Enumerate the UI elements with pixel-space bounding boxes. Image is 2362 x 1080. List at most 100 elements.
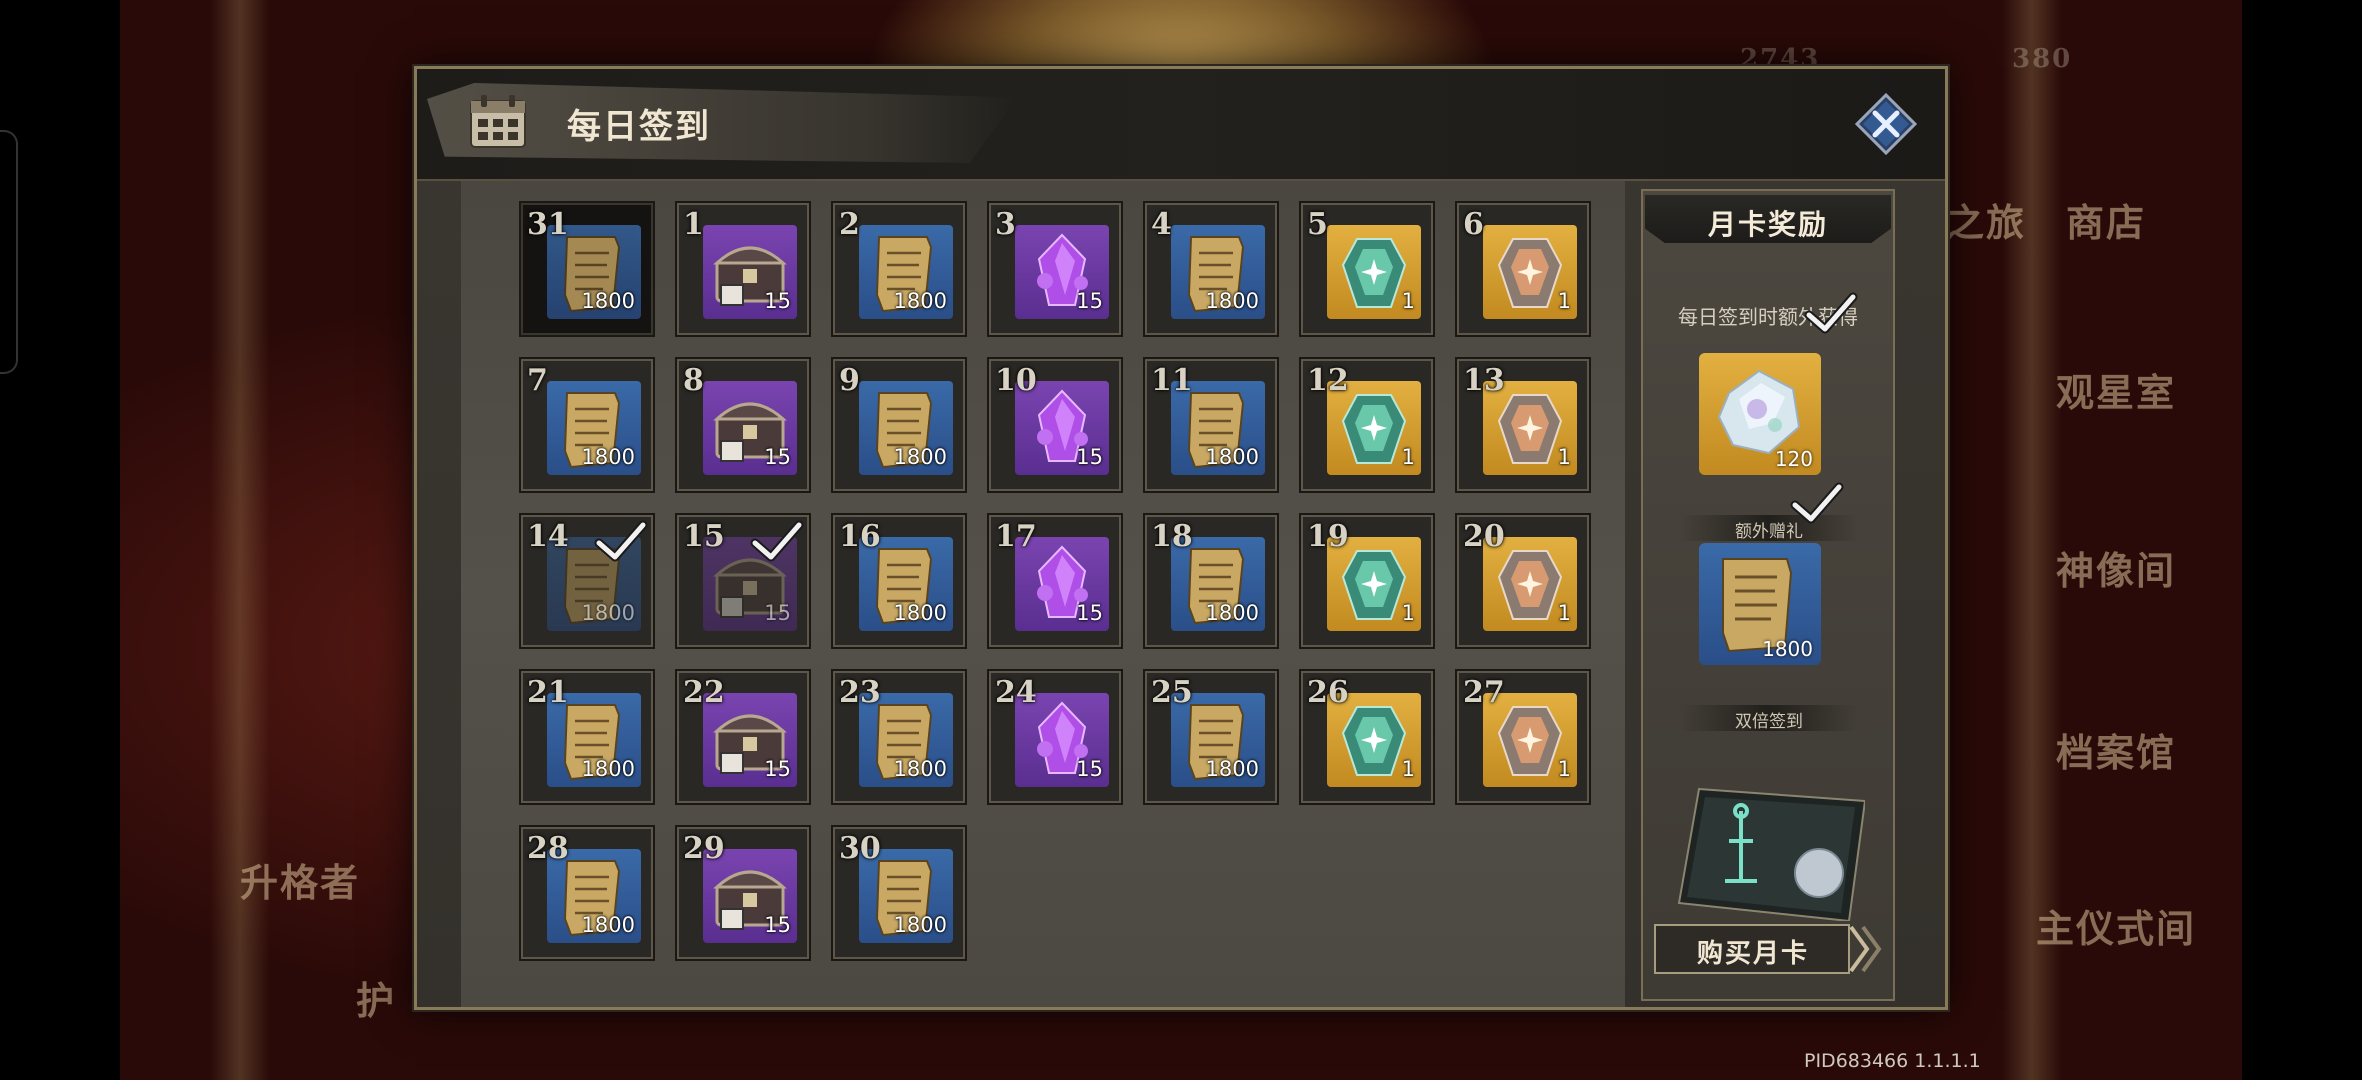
reward-quantity: 15 bbox=[1076, 601, 1103, 625]
day-cell-16[interactable]: 16 1800 bbox=[831, 513, 967, 649]
bg-menu-journey[interactable]: 之旅 bbox=[1946, 192, 2026, 247]
bg-menu-archive[interactable]: 档案馆 bbox=[2056, 722, 2176, 777]
day-number: 28 bbox=[527, 831, 569, 866]
day-number: 20 bbox=[1463, 519, 1505, 554]
day-number: 8 bbox=[683, 363, 704, 398]
day-cell-15[interactable]: 15 15 bbox=[675, 513, 811, 649]
day-number: 27 bbox=[1463, 675, 1505, 710]
day-number: 12 bbox=[1307, 363, 1349, 398]
reward-quantity: 15 bbox=[764, 913, 791, 937]
day-cell-4[interactable]: 4 1800 bbox=[1143, 201, 1279, 337]
day-number: 29 bbox=[683, 831, 725, 866]
day-number: 11 bbox=[1151, 363, 1193, 398]
day-cell-7[interactable]: 7 1800 bbox=[519, 357, 655, 493]
reward-quantity: 1800 bbox=[893, 601, 947, 625]
buy-monthly-card-button[interactable]: 购买月卡 bbox=[1653, 923, 1883, 975]
day-cell-21[interactable]: 21 1800 bbox=[519, 669, 655, 805]
day-cell-23[interactable]: 23 1800 bbox=[831, 669, 967, 805]
day-number: 13 bbox=[1463, 363, 1505, 398]
day-number: 22 bbox=[683, 675, 725, 710]
reward-quantity: 1800 bbox=[581, 913, 635, 937]
bg-menu-guard[interactable]: 护 bbox=[356, 970, 396, 1025]
reward-quantity: 15 bbox=[1076, 289, 1103, 313]
day-cell-29[interactable]: 29 15 bbox=[675, 825, 811, 961]
reward-quantity: 15 bbox=[764, 445, 791, 469]
day-cell-27[interactable]: 27 1 bbox=[1455, 669, 1591, 805]
day-cell-14[interactable]: 14 1800 bbox=[519, 513, 655, 649]
screen-notch bbox=[0, 130, 18, 374]
dialog-header: 每日签到 bbox=[417, 69, 1945, 181]
day-number: 2 bbox=[839, 207, 860, 242]
reward-quantity: 1800 bbox=[893, 913, 947, 937]
bg-menu-ascendant[interactable]: 升格者 bbox=[240, 852, 360, 907]
reward-quantity: 1800 bbox=[581, 757, 635, 781]
day-cell-2[interactable]: 2 1800 bbox=[831, 201, 967, 337]
reward-quantity: 15 bbox=[764, 757, 791, 781]
day-cell-17[interactable]: 17 15 bbox=[987, 513, 1123, 649]
day-number: 6 bbox=[1463, 207, 1484, 242]
monthly-card-panel: 月卡奖励 每日签到时额外获得 120 额外赠礼 1800 双倍签到 购买月卡 bbox=[1641, 189, 1895, 1001]
day-cell-5[interactable]: 51 bbox=[1299, 201, 1435, 337]
bg-menu-statue-room[interactable]: 神像间 bbox=[2056, 540, 2176, 595]
day-cell-3[interactable]: 3 15 bbox=[987, 201, 1123, 337]
day-cell-20[interactable]: 20 1 bbox=[1455, 513, 1591, 649]
day-cell-13[interactable]: 13 1 bbox=[1455, 357, 1591, 493]
player-id-version: PID683466 1.1.1.1 bbox=[1804, 1050, 1981, 1072]
bg-menu-observatory[interactable]: 观星室 bbox=[2056, 362, 2176, 417]
monthly-card-art[interactable] bbox=[1669, 781, 1865, 921]
reward-quantity: 1 bbox=[1401, 601, 1415, 625]
day-cell-9[interactable]: 9 1800 bbox=[831, 357, 967, 493]
day-cell-6[interactable]: 61 bbox=[1455, 201, 1591, 337]
day-cell-25[interactable]: 25 1800 bbox=[1143, 669, 1279, 805]
bonus-gift-item[interactable]: 120 bbox=[1699, 353, 1821, 475]
panel-title-bar: 月卡奖励 bbox=[1645, 195, 1891, 243]
reward-quantity: 1 bbox=[1557, 445, 1571, 469]
day-number: 18 bbox=[1151, 519, 1193, 554]
day-cell-22[interactable]: 22 15 bbox=[675, 669, 811, 805]
reward-quantity: 1800 bbox=[893, 289, 947, 313]
reward-quantity: 15 bbox=[1076, 757, 1103, 781]
bonus-gift-qty: 120 bbox=[1774, 447, 1813, 471]
reward-quantity: 1800 bbox=[581, 601, 635, 625]
reward-quantity: 1800 bbox=[1205, 757, 1259, 781]
day-cell-8[interactable]: 8 15 bbox=[675, 357, 811, 493]
day-cell-30[interactable]: 30 1800 bbox=[831, 825, 967, 961]
bg-menu-ritual-hall[interactable]: 主仪式间 bbox=[2036, 898, 2196, 953]
day-cell-12[interactable]: 12 1 bbox=[1299, 357, 1435, 493]
close-button[interactable] bbox=[1855, 93, 1917, 155]
day-number: 23 bbox=[839, 675, 881, 710]
reward-quantity: 1800 bbox=[1205, 445, 1259, 469]
day-cell-10[interactable]: 10 15 bbox=[987, 357, 1123, 493]
double-signin-item[interactable]: 1800 bbox=[1699, 543, 1821, 665]
day-number: 26 bbox=[1307, 675, 1349, 710]
reward-quantity: 1 bbox=[1557, 601, 1571, 625]
day-cell-1[interactable]: 1 15 bbox=[675, 201, 811, 337]
day-number: 24 bbox=[995, 675, 1037, 710]
day-number: 1 bbox=[683, 207, 704, 242]
day-cell-28[interactable]: 28 1800 bbox=[519, 825, 655, 961]
reward-quantity: 1 bbox=[1401, 445, 1415, 469]
double-signin-qty: 1800 bbox=[1762, 637, 1813, 661]
reward-quantity: 15 bbox=[764, 289, 791, 313]
day-cell-18[interactable]: 18 1800 bbox=[1143, 513, 1279, 649]
day-cell-31[interactable]: 31 1800 bbox=[519, 201, 655, 337]
day-number: 16 bbox=[839, 519, 881, 554]
day-cell-19[interactable]: 19 1 bbox=[1299, 513, 1435, 649]
checkmark-icon bbox=[1790, 482, 1844, 524]
day-number: 9 bbox=[839, 363, 860, 398]
day-cell-24[interactable]: 24 15 bbox=[987, 669, 1123, 805]
card-gem-icon bbox=[1794, 848, 1844, 898]
dialog-title: 每日签到 bbox=[567, 107, 711, 147]
reward-quantity: 1 bbox=[1401, 289, 1415, 313]
day-number: 7 bbox=[527, 363, 548, 398]
day-number: 25 bbox=[1151, 675, 1193, 710]
bg-menu-shop[interactable]: 商店 bbox=[2066, 192, 2146, 247]
day-cell-11[interactable]: 11 1800 bbox=[1143, 357, 1279, 493]
ornate-frame-left bbox=[210, 0, 270, 1080]
calendar-icon bbox=[470, 95, 526, 148]
day-number: 17 bbox=[995, 519, 1037, 554]
calendar-grid-area: 31 1800 1 15 2 1800 3 15 4 1800 5 1 6 1 7 1800 8 15 9 1800 1… bbox=[461, 181, 1625, 1007]
day-cell-26[interactable]: 26 1 bbox=[1299, 669, 1435, 805]
day-number: 4 bbox=[1151, 207, 1172, 242]
day-number: 15 bbox=[683, 519, 725, 554]
